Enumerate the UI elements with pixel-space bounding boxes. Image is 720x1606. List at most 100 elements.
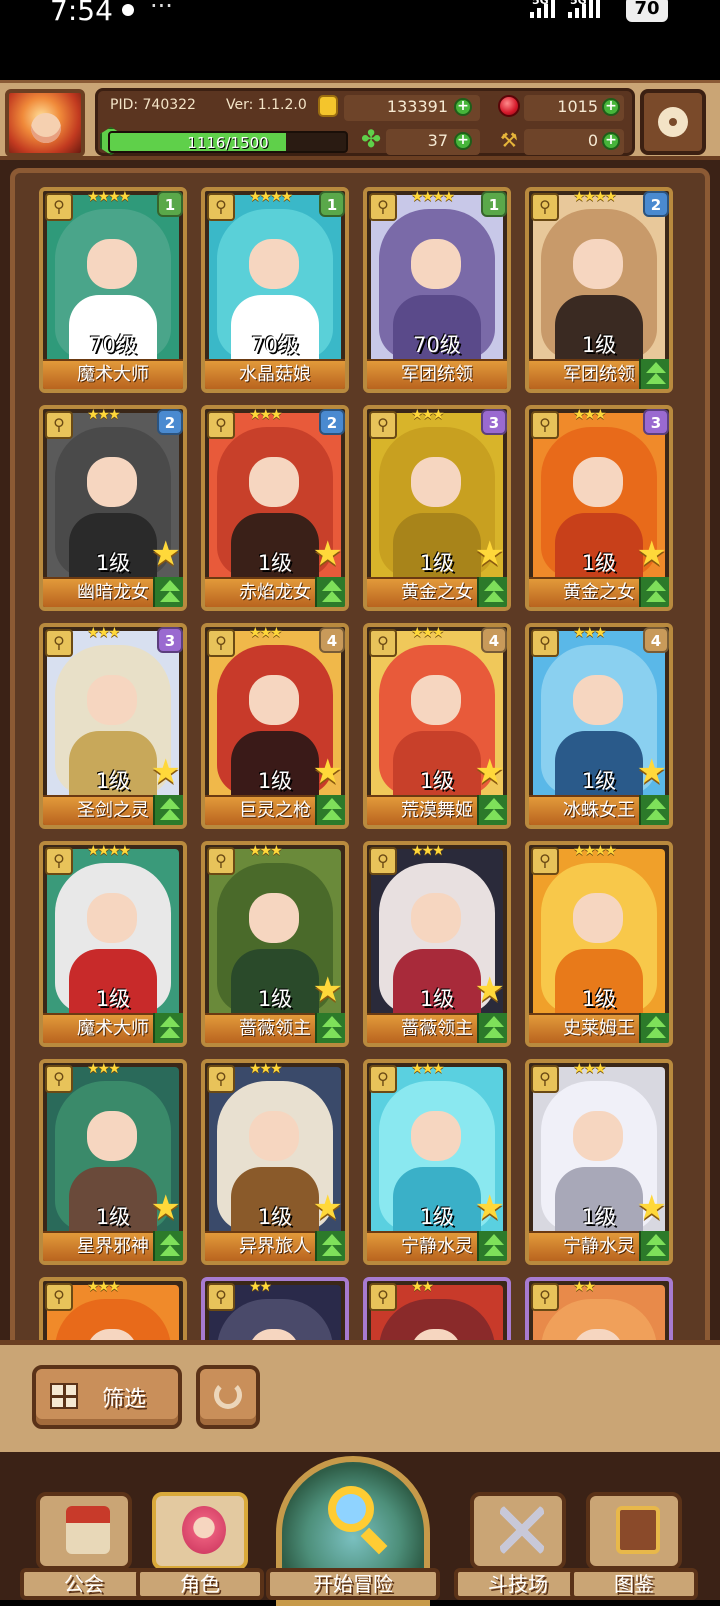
- upgrade-arrow-icon[interactable]: [315, 795, 345, 825]
- star-rating: ★★★: [87, 1061, 121, 1077]
- card-level: 1级: [95, 769, 131, 793]
- star-rating: ★★★: [87, 625, 121, 641]
- character-list-frame[interactable]: ⚲ ★★★★ 1 70级 魔术大师 ⚲ ★★★★ 1 70级 水晶菇娘 ⚲ ★★★★ 1 70级 军团统领 ⚲…: [10, 168, 710, 1368]
- star-rating: ★★: [411, 1279, 434, 1295]
- nav-codex[interactable]: 图鉴: [570, 1492, 698, 1600]
- filter-label: 筛选: [102, 1387, 147, 1412]
- card-level: 1级: [581, 551, 617, 575]
- star-rating: ★★★: [573, 625, 607, 641]
- weapon-type-icon: ⚲: [531, 1065, 559, 1093]
- upgrade-arrow-icon[interactable]: [153, 577, 183, 607]
- star-rating: ★★★★: [411, 189, 455, 205]
- upgrade-arrow-icon[interactable]: [153, 795, 183, 825]
- character-card[interactable]: ⚲ ★★★ ★ 1级 宁静水灵: [363, 1059, 511, 1265]
- weapon-type-icon: ⚲: [369, 629, 397, 657]
- upgrade-arrow-icon[interactable]: [477, 795, 507, 825]
- weapon-type-icon: ⚲: [369, 1065, 397, 1093]
- signal-icon-2: [568, 0, 600, 18]
- tier-badge: 2: [319, 409, 345, 435]
- tier-badge: 1: [157, 191, 183, 217]
- character-card[interactable]: ⚲ ★★★ ★ 1级 蔷薇领主: [363, 841, 511, 1047]
- card-level: 1级: [257, 1205, 293, 1229]
- add-clover-button[interactable]: +: [454, 132, 472, 150]
- star-rating: ★★: [573, 1279, 596, 1295]
- tier-badge: 2: [157, 409, 183, 435]
- nav-guild[interactable]: 公会: [20, 1492, 148, 1600]
- character-card[interactable]: ⚲ ★★★ ★ 1级 异界旅人: [201, 1059, 349, 1265]
- player-info-panel: PID: 740322 Ver: 1.1.2.0 133391 + 1015 +…: [95, 88, 635, 156]
- character-card[interactable]: ⚲ ★★★ 4 ★ 1级 巨灵之枪: [201, 623, 349, 829]
- add-gold-button[interactable]: +: [454, 98, 472, 116]
- character-card[interactable]: ⚲ ★★★★ 1 70级 军团统领: [363, 187, 511, 393]
- card-level: 70级: [251, 333, 299, 357]
- character-card[interactable]: ⚲ ★★★ 4 ★ 1级 冰蛛女王: [525, 623, 673, 829]
- hammer-icon: ⚒: [500, 128, 518, 152]
- character-card[interactable]: ⚲ ★★★ 3 ★ 1级 圣剑之灵: [39, 623, 187, 829]
- tier-badge: 3: [643, 409, 669, 435]
- reset-button[interactable]: [196, 1365, 260, 1429]
- filter-button[interactable]: 筛选: [32, 1365, 182, 1429]
- upgrade-arrow-icon[interactable]: [477, 577, 507, 607]
- card-level: 1级: [95, 551, 131, 575]
- upgrade-arrow-icon[interactable]: [639, 359, 669, 389]
- add-gems-button[interactable]: +: [602, 98, 620, 116]
- upgrade-arrow-icon[interactable]: [315, 1231, 345, 1261]
- card-level: 1级: [257, 769, 293, 793]
- character-card[interactable]: ⚲ ★★★★ 1 70级 水晶菇娘: [201, 187, 349, 393]
- tier-badge: 3: [157, 627, 183, 653]
- nav-guild-label: 公会: [20, 1568, 148, 1600]
- character-card[interactable]: ⚲ ★★★ 2 ★ 1级 幽暗龙女: [39, 405, 187, 611]
- upgrade-arrow-icon[interactable]: [639, 795, 669, 825]
- gold-coin-icon: [318, 95, 338, 117]
- upgrade-arrow-icon[interactable]: [639, 577, 669, 607]
- nav-arena[interactable]: 斗技场: [454, 1492, 582, 1600]
- xp-text: 1116/1500: [187, 134, 269, 152]
- character-card[interactable]: ⚲ ★★★ ★ 1级 宁静水灵: [525, 1059, 673, 1265]
- weapon-type-icon: ⚲: [45, 847, 73, 875]
- add-hammer-button[interactable]: +: [602, 132, 620, 150]
- settings-button[interactable]: [640, 89, 706, 155]
- card-level: 1级: [257, 551, 293, 575]
- upgrade-arrow-icon[interactable]: [315, 577, 345, 607]
- character-card[interactable]: ⚲ ★★★ ★ 1级 星界邪神: [39, 1059, 187, 1265]
- weapon-type-icon: ⚲: [207, 411, 235, 439]
- character-card[interactable]: ⚲ ★★★★ 1 70级 魔术大师: [39, 187, 187, 393]
- star-rating: ★★★: [411, 407, 445, 423]
- upgrade-arrow-icon[interactable]: [639, 1013, 669, 1043]
- star-rating: ★★★★: [87, 189, 131, 205]
- nav-arena-label: 斗技场: [454, 1568, 582, 1600]
- character-card[interactable]: ⚲ ★★★★ 2 1级 军团统领: [525, 187, 673, 393]
- character-card[interactable]: ⚲ ★★★ ★ 1级 蔷薇领主: [201, 841, 349, 1047]
- clover-amount: 37: [427, 131, 448, 150]
- character-icon: [182, 1506, 226, 1554]
- star-rating: ★★★★: [573, 189, 617, 205]
- nav-character[interactable]: 角色: [136, 1492, 264, 1600]
- weapon-type-icon: ⚲: [207, 193, 235, 221]
- weapon-type-icon: ⚲: [207, 1065, 235, 1093]
- character-card[interactable]: ⚲ ★★★★ 1级 魔术大师: [39, 841, 187, 1047]
- weapon-type-icon: ⚲: [207, 1283, 235, 1311]
- upgrade-arrow-icon[interactable]: [153, 1231, 183, 1261]
- start-adventure-button[interactable]: 开始冒险: [266, 1452, 440, 1606]
- card-name: 魔术大师: [43, 359, 183, 389]
- character-card[interactable]: ⚲ ★★★ 3 ★ 1级 黄金之女: [363, 405, 511, 611]
- player-avatar[interactable]: [5, 89, 85, 157]
- upgrade-arrow-icon[interactable]: [477, 1013, 507, 1043]
- character-card[interactable]: ⚲ ★★★ 3 ★ 1级 黄金之女: [525, 405, 673, 611]
- character-card[interactable]: ⚲ ★★★★ 1级 史莱姆王: [525, 841, 673, 1047]
- card-level: 1级: [581, 333, 617, 357]
- upgrade-arrow-icon[interactable]: [477, 1231, 507, 1261]
- start-adventure-label: 开始冒险: [266, 1568, 440, 1600]
- card-level: 1级: [581, 769, 617, 793]
- card-level: 1级: [581, 1205, 617, 1229]
- nav-codex-label: 图鉴: [570, 1568, 698, 1600]
- upgrade-arrow-icon[interactable]: [315, 1013, 345, 1043]
- upgrade-arrow-icon[interactable]: [153, 1013, 183, 1043]
- character-board: ⚲ ★★★★ 1 70级 魔术大师 ⚲ ★★★★ 1 70级 水晶菇娘 ⚲ ★★★★ 1 70级 军团统领 ⚲…: [0, 160, 720, 1368]
- tier-badge: 4: [319, 627, 345, 653]
- weapon-type-icon: ⚲: [207, 847, 235, 875]
- star-rating: ★★★: [249, 843, 283, 859]
- character-card[interactable]: ⚲ ★★★ 4 ★ 1级 荒漠舞姬: [363, 623, 511, 829]
- character-card[interactable]: ⚲ ★★★ 2 ★ 1级 赤焰龙女: [201, 405, 349, 611]
- upgrade-arrow-icon[interactable]: [639, 1231, 669, 1261]
